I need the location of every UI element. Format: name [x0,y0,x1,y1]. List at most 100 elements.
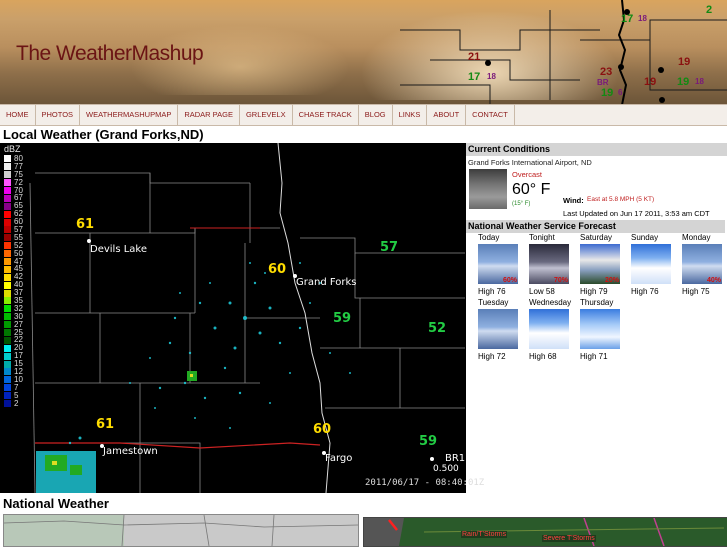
station-name: Grand Forks International Airport, ND [468,158,592,167]
severe-weather-map[interactable]: Rain/T'Storms Severe T'Storms [363,517,727,547]
temp-label: 59 [333,311,352,326]
header-station: BR [597,78,609,87]
temp-label: 61 [96,417,115,432]
legend-swatch [4,218,11,226]
legend-swatch [4,163,11,171]
radar-tilt-label: 0.500 [433,464,459,474]
header-dew: 19 [677,76,690,88]
partly-cloudy-storm-icon: 20% [580,244,620,284]
legend-value: 2 [14,398,19,408]
forecast-day[interactable]: Sunday High 76 [631,233,681,296]
legend-swatch [4,336,11,344]
condition-text: Overcast [512,170,543,179]
city-dot [87,239,91,243]
forecast-day[interactable]: Today 60% High 76 [478,233,528,296]
header-temp: 21 [468,51,481,63]
legend-row: 2 [4,398,34,408]
legend-swatch [4,313,11,321]
forecast-day[interactable]: Thursday High 71 [580,298,630,361]
forecast-header-wrap: National Weather Service Forecast [466,220,725,233]
nav-weathermashupmap[interactable]: WEATHERMASHUPMAP [80,105,179,125]
legend-swatch [4,384,11,392]
header-vis: 18 [638,14,647,23]
forecast-day[interactable]: Monday 40% High 75 [682,233,727,296]
nav-blog[interactable]: BLOG [359,105,393,125]
forecast-temp: High 71 [580,352,608,361]
nav-contact[interactable]: CONTACT [466,105,515,125]
temp-label: 57 [380,240,399,255]
legend-swatch [4,360,11,368]
forecast-day[interactable]: Tuesday High 72 [478,298,528,361]
temp-label: 61 [76,217,95,232]
forecast-temp: High 79 [580,287,608,296]
legend-swatch [4,265,11,273]
legend-row: 5 [4,391,34,400]
radar-boundaries [29,143,465,493]
partly-cloudy-icon [631,244,671,284]
header-temp: 23 [600,66,613,78]
header-map [400,0,727,105]
forecast-day-name: Wednesday [529,298,572,307]
legend-swatch [4,376,11,384]
last-updated: Last Updated on Jun 17 2011, 3:53 am CDT [563,209,710,218]
legend-swatch [4,258,11,266]
legend-swatch [4,400,11,408]
radar-timestamp: 2011/06/17 - 08:40:01Z [365,478,485,488]
legend-swatch [4,273,11,281]
nav-home[interactable]: HOME [0,105,36,125]
city-label: Grand Forks [296,277,357,288]
forecast-header: National Weather Service Forecast [466,220,725,233]
legend-swatch [4,321,11,329]
precip-chance: 20% [604,277,619,284]
site-title[interactable]: The WeatherMashup [16,42,204,66]
precip-chance: 40% [706,277,721,284]
header-temp: 19 [678,56,691,68]
header-dew: 19 [601,87,614,99]
legend-swatch [4,171,11,179]
forecast-temp: High 76 [478,287,506,296]
header-vis: 18 [695,77,704,86]
current-conditions-header: Current Conditions [466,143,727,156]
forecast-day[interactable]: Saturday 20% High 79 [580,233,630,296]
legend-swatch [4,289,11,297]
forecast-day[interactable]: Wednesday High 68 [529,298,579,361]
wind-label: Wind: [563,196,584,205]
precip-chance: 60% [502,277,517,284]
city-label: Jamestown [103,446,158,457]
legend-swatch [4,202,11,210]
nav-grlevelx[interactable]: GRLEVELX [240,105,293,125]
national-map[interactable] [3,514,359,547]
forecast-day[interactable]: Tonight 70% Low 58 [529,233,579,296]
forecast-temp: Low 58 [529,287,555,296]
temp-label: 60 [268,262,287,277]
overcast-icon [469,169,507,209]
thunderstorm-icon: 60% [478,244,518,284]
forecast-temp: High 72 [478,352,506,361]
severe-tstorms-label: Severe T'Storms [542,535,596,542]
forecast-day-name: Saturday [580,233,613,242]
temp-label: 52 [428,321,447,336]
current-temp-alt: (15° F) [512,201,531,207]
forecast-temp: High 76 [631,287,659,296]
conditions-panel: Current Conditions Grand Forks Internati… [466,143,727,365]
forecast-day-name: Monday [682,233,711,242]
nav-radar-page[interactable]: RADAR PAGE [178,105,240,125]
national-weather-title: National Weather [0,495,727,512]
city-label: Fargo [325,453,353,464]
legend-swatch [4,392,11,400]
rain-tstorms-label: Rain/T'Storms [461,531,508,538]
forecast-day-name: Tonight [529,233,555,242]
nav-chase-track[interactable]: CHASE TRACK [293,105,359,125]
legend-swatch [4,250,11,258]
legend-swatch [4,155,11,163]
nav-links[interactable]: LINKS [393,105,428,125]
radar-map[interactable]: Devils Lake Grand Forks Jamestown Fargo … [0,143,466,493]
thunderstorm-icon [478,309,518,349]
nav-about[interactable]: ABOUT [427,105,467,125]
legend-swatch [4,368,11,376]
header-temp: 19 [644,76,657,88]
legend-swatch [4,297,11,305]
forecast-day-name: Tuesday [478,298,509,307]
legend-swatch [4,281,11,289]
nav-photos[interactable]: PHOTOS [36,105,81,125]
